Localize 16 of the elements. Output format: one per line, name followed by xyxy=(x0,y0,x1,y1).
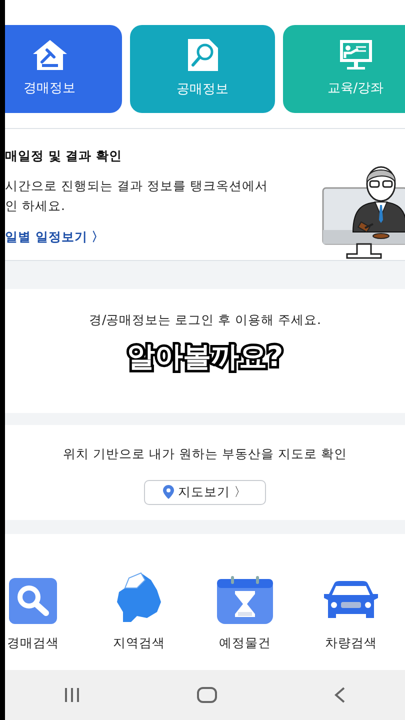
shortcut-button[interactable]: 지역검색 xyxy=(89,572,189,653)
category-tile[interactable]: 경매정보 xyxy=(5,25,122,113)
house-gavel-icon xyxy=(32,39,68,72)
section-title: 매일정 및 결과 확인 xyxy=(5,147,124,165)
shortcut-button[interactable]: 경매검색 xyxy=(5,572,83,653)
login-notice: 경/공매정보는 로그인 후 이용해 주세요. xyxy=(88,311,322,329)
location-pin-icon xyxy=(163,485,174,500)
description: 시간으로 진행되는 결과 정보를 탱크옥션에서 인 하세요. xyxy=(5,176,269,215)
map-description: 위치 기반으로 내가 원하는 부동산을 지도로 확인 xyxy=(62,445,348,463)
schedule-link[interactable]: 일별 일정보기 〉 xyxy=(5,228,105,246)
caption: 알아볼까요? xyxy=(126,340,284,373)
shortcut-button[interactable]: 차량검색 xyxy=(301,572,401,653)
map-region-icon xyxy=(115,572,163,624)
shortcut-button[interactable]: 예정물건 xyxy=(195,572,295,653)
map-button[interactable]: 지도보기 〉 xyxy=(144,480,266,504)
presentation-screen-icon xyxy=(338,39,374,72)
